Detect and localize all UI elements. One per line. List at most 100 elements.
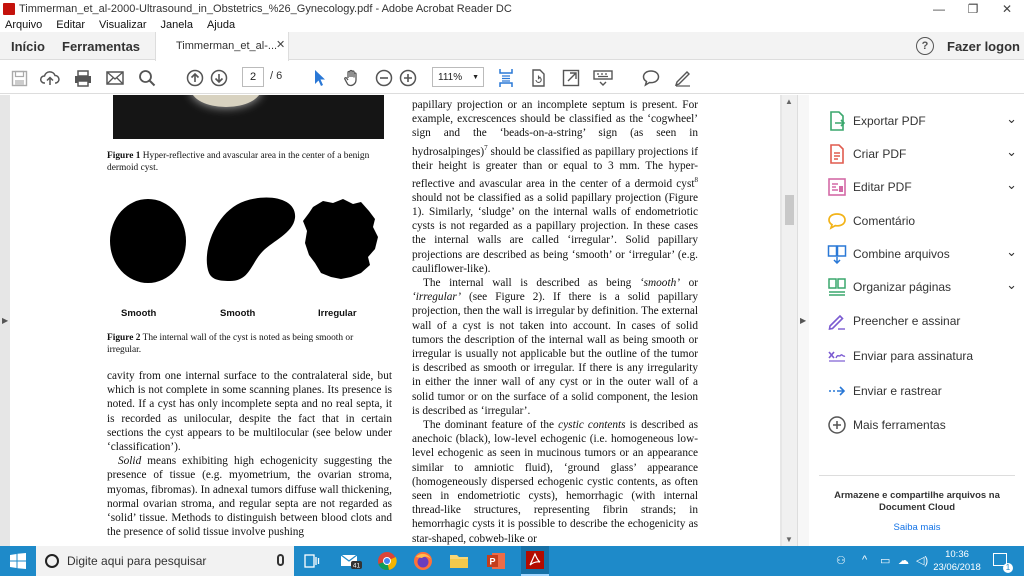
left-paragraph-1: cavity from one internal surface to the …: [107, 370, 392, 454]
left-paragraph-2: Solid means exhibiting high echogenicity…: [107, 455, 392, 539]
full-screen-icon[interactable]: [561, 68, 581, 88]
scroll-down-icon[interactable]: ▼: [785, 535, 793, 544]
upload-cloud-icon[interactable]: [40, 68, 60, 88]
figure-2-label-smooth-1: Smooth: [121, 308, 157, 319]
zoom-select[interactable]: 111% ▼: [432, 67, 484, 87]
powerpoint-icon[interactable]: P: [485, 550, 507, 572]
figure-2-text: The internal wall of the cyst is noted a…: [107, 333, 354, 355]
previous-page-icon[interactable]: [185, 68, 205, 88]
email-icon[interactable]: [105, 68, 125, 88]
left-column-text: cavity from one internal surface to the …: [107, 369, 392, 539]
firefox-icon[interactable]: [412, 550, 434, 572]
fill-sign-icon: [827, 311, 847, 331]
send-track-icon: [827, 381, 847, 401]
acrobat-taskbar-icon[interactable]: [521, 546, 549, 576]
menu-janela[interactable]: Janela: [161, 19, 193, 31]
menu-bar: Arquivo Editar Visualizar Janela Ajuda: [0, 17, 1024, 32]
chevron-down-icon[interactable]: ⌄: [1006, 177, 1017, 193]
onedrive-icon[interactable]: ☁: [898, 554, 909, 567]
svg-text:P: P: [489, 557, 495, 567]
menu-arquivo[interactable]: Arquivo: [5, 19, 42, 31]
search-placeholder: Digite aqui para pesquisar: [67, 554, 207, 568]
tool-create-pdf[interactable]: Criar PDF ⌄: [827, 142, 1019, 166]
file-explorer-icon[interactable]: [448, 550, 470, 572]
chevron-down-icon[interactable]: ⌄: [1006, 111, 1017, 127]
rotate-icon[interactable]: [528, 68, 548, 88]
tab-tools[interactable]: Ferramentas: [62, 39, 140, 54]
notification-center-icon[interactable]: 1: [993, 553, 1013, 573]
vertical-scrollbar[interactable]: ▲ ▼: [782, 95, 797, 546]
search-icon[interactable]: [137, 68, 157, 88]
zoom-out-icon[interactable]: [374, 68, 394, 88]
menu-visualizar[interactable]: Visualizar: [99, 19, 147, 31]
taskbar-search[interactable]: Digite aqui para pesquisar: [36, 546, 294, 576]
smooth-round-shape: [110, 199, 186, 283]
tool-combine-files[interactable]: Combine arquivos ⌄: [827, 242, 1019, 266]
right-paragraph-1: papillary projection or an incomplete se…: [412, 99, 698, 275]
figure-1-caption: Figure 1 Hyper-reflective and avascular …: [107, 151, 385, 175]
left-panel-toggle-icon[interactable]: ▶: [2, 316, 8, 325]
tool-edit-pdf[interactable]: Editar PDF ⌄: [827, 175, 1019, 199]
create-pdf-icon: [827, 144, 847, 164]
maximize-button[interactable]: ❐: [956, 0, 990, 17]
save-icon[interactable]: [9, 68, 29, 88]
people-icon[interactable]: ⚇: [836, 554, 846, 567]
tab-document[interactable]: Timmerman_et_al-... ✕: [155, 32, 289, 61]
zoom-value: 111%: [438, 71, 463, 83]
window-title: Timmerman_et_al-2000-Ultrasound_in_Obste…: [19, 2, 512, 15]
taskbar: Digite aqui para pesquisar 41 P ⚇ ^ ▭ ☁ …: [0, 546, 1024, 576]
tab-close-icon[interactable]: ✕: [276, 38, 285, 51]
print-icon[interactable]: [73, 68, 93, 88]
tool-fill-sign[interactable]: Preencher e assinar: [827, 309, 1019, 333]
tool-organize-pages[interactable]: Organizar páginas ⌄: [827, 275, 1019, 299]
figure-2-shapes: [110, 197, 378, 283]
learn-more-link[interactable]: Saiba mais: [819, 522, 1015, 533]
chrome-icon[interactable]: [376, 550, 398, 572]
next-page-icon[interactable]: [209, 68, 229, 88]
mail-icon[interactable]: 41: [340, 550, 362, 572]
combine-files-icon: [827, 244, 847, 265]
chevron-down-icon[interactable]: ⌄: [1006, 277, 1017, 293]
microphone-icon[interactable]: [277, 554, 284, 566]
task-view-icon[interactable]: [301, 550, 323, 572]
tool-more-tools[interactable]: Mais ferramentas: [827, 413, 1019, 437]
help-icon[interactable]: ?: [916, 37, 934, 55]
minimize-button[interactable]: —: [922, 0, 956, 17]
tab-home[interactable]: Início: [11, 39, 45, 54]
promo-text: Armazene e compartilhe arquivos na Docum…: [834, 490, 1000, 513]
menu-editar[interactable]: Editar: [56, 19, 85, 31]
figure-1-image: [113, 95, 384, 139]
show-hidden-icons-icon[interactable]: ^: [862, 554, 867, 566]
chevron-down-icon[interactable]: ⌄: [1006, 244, 1017, 260]
login-button[interactable]: Fazer logon: [947, 39, 1020, 54]
right-panel-toggle[interactable]: ▶: [797, 95, 809, 546]
system-clock[interactable]: 10:36 23/06/2018: [932, 548, 982, 574]
volume-icon[interactable]: ◁): [916, 554, 928, 567]
comment-tool-icon: [827, 211, 847, 231]
tool-send-signature[interactable]: Enviar para assinatura: [827, 344, 1019, 368]
menu-ajuda[interactable]: Ajuda: [207, 19, 235, 31]
select-cursor-icon[interactable]: [310, 68, 330, 88]
page-number-input[interactable]: 2: [242, 67, 264, 87]
comment-icon[interactable]: [641, 68, 661, 88]
keyboard-icon[interactable]: [593, 68, 613, 88]
pdf-page: Figure 1 Hyper-reflective and avascular …: [10, 95, 780, 546]
network-icon[interactable]: ▭: [880, 554, 890, 567]
tool-comment[interactable]: Comentário: [827, 209, 1019, 233]
windows-start-icon[interactable]: [0, 546, 36, 576]
page-fit-icon[interactable]: [496, 68, 516, 88]
zoom-in-icon[interactable]: [398, 68, 418, 88]
close-button[interactable]: ✕: [990, 0, 1024, 17]
sign-pen-icon[interactable]: [673, 68, 693, 88]
right-paragraph-2: The internal wall is described as being …: [412, 276, 698, 417]
tool-export-pdf[interactable]: Exportar PDF ⌄: [827, 109, 1019, 133]
chevron-down-icon[interactable]: ⌄: [1006, 144, 1017, 160]
title-bar: Timmerman_et_al-2000-Ultrasound_in_Obste…: [0, 0, 1024, 17]
chevron-down-icon: ▼: [472, 73, 480, 81]
toolbar: [0, 61, 1024, 94]
figure-1-text: Hyper-reflective and avascular area in t…: [107, 151, 370, 173]
tool-send-track[interactable]: Enviar e rastrear: [827, 379, 1019, 403]
scroll-up-icon[interactable]: ▲: [785, 97, 793, 106]
scrollbar-thumb[interactable]: [785, 195, 794, 225]
hand-tool-icon[interactable]: [342, 68, 362, 88]
